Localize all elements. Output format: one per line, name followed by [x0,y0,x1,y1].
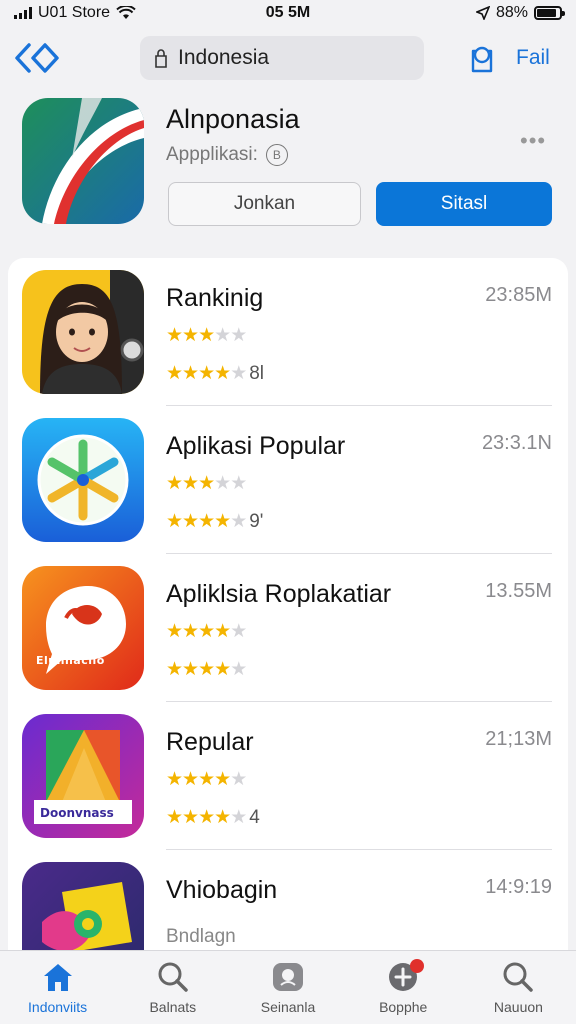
search-icon [500,959,536,995]
rating-count: 9' [249,510,264,532]
chat-bubble-icon [22,566,144,690]
tab-updates[interactable]: Bopphe [346,951,461,1024]
tab-apps[interactable]: Seinanla [230,951,345,1024]
tab-bar: Indonviits Balnats Seinanla Bopphe Nauuo… [0,950,576,1024]
location-icon [475,6,490,20]
star-rating-secondary: ★★★★★ 9' [166,510,263,533]
info-badge: B [265,144,288,166]
list-item[interactable]: Vhiobagin 14:9:19 Bndlagn [8,850,568,958]
featured-app-icon[interactable] [22,98,144,224]
app-subtitle: Bndlagn [166,926,236,947]
fail-link[interactable]: Fail [516,46,550,70]
secondary-button[interactable]: Jonkan [168,182,361,226]
abstract-shapes-icon [22,862,144,958]
tab-label: Nauuon [493,999,543,1015]
app-icon: Doonvnass [22,714,144,838]
star-rating: ★★★★★ [166,511,247,532]
featured-app-category: Appplikasi: [166,144,258,165]
rating-count: 8l [249,362,265,384]
star-rating-secondary: ★★★★★ [166,658,249,681]
star-rating: ★★★★★ [166,807,247,828]
apps-icon [270,959,306,995]
tab-home[interactable]: Indonviits [0,951,115,1024]
navigation-bar: Indonesia Fail [0,30,576,86]
app-size: 23:85M [485,284,552,306]
battery-icon [534,6,565,20]
share-icon [471,46,493,73]
status-bar: U01 Store 05 5M 88% [0,0,576,26]
back-chevron-icon [15,43,59,73]
app-name: Aplikasi Popular [166,432,346,460]
app-size: 14:9:19 [485,876,552,898]
app-name: Rankinig [166,284,264,312]
app-icon: Elunnaciio [22,566,144,690]
search-field[interactable]: Indonesia [140,36,424,80]
star-rating: ★★★★★ [166,473,247,494]
app-icon [22,418,144,542]
search-icon [155,959,191,995]
list-item[interactable]: Aplikasi Popular 23:3.1N ★★★★★ ★★★★★ 9' [8,406,568,554]
app-icon [22,862,144,958]
featured-app-artwork [22,98,144,224]
search-text: Indonesia [178,46,270,69]
star-rating-secondary: ★★★★★ 8l [166,362,264,385]
app-name: Repular [166,728,254,756]
signal-icon [14,7,32,19]
rating-count: 4 [249,806,260,828]
tab-label: Seinanla [260,999,316,1015]
carrier-name: U01 Store [38,4,111,21]
star-rating: ★★★★★ [166,363,247,384]
featured-app-title: Alnponasia [166,104,300,134]
app-icon-label: Elunnaciio [36,654,105,667]
lock-icon [155,49,167,68]
star-rating: ★★★★★ [166,621,247,642]
app-size: 13.55M [485,580,552,602]
tab-label: Indonviits [28,999,88,1015]
tab-search[interactable]: Balnats [115,951,230,1024]
app-list: Rankinig 23:85M ★★★★★ ★★★★★ 8l Aplikasi … [8,258,568,958]
tab-label: Bopphe [379,999,428,1015]
notification-badge [409,959,424,973]
share-button[interactable] [466,42,498,74]
app-size: 21;13M [485,728,552,750]
tab-more[interactable]: Nauuon [461,951,576,1024]
app-icon-label: Doonvnass [40,806,114,820]
tab-label: Balnats [149,999,197,1015]
more-options-icon[interactable]: ••• [520,128,546,154]
featured-app-subtitle: Appplikasi: B [166,144,288,166]
star-rating: ★★★★★ [166,769,247,790]
star-rating: ★★★★★ [166,659,247,680]
list-item[interactable]: Elunnaciio Apliklsia Roplakatiar 13.55M … [8,554,568,702]
list-item[interactable]: Doonvnass Repular 21;13M ★★★★★ ★★★★★ 4 [8,702,568,850]
battery-percent: 88% [495,4,528,21]
avatar-illustration-icon [22,270,144,394]
list-item[interactable]: Rankinig 23:85M ★★★★★ ★★★★★ 8l [8,258,568,406]
star-rating-secondary: ★★★★★ 4 [166,806,260,829]
back-button[interactable] [12,40,62,76]
app-icon [22,270,144,394]
app-name: Vhiobagin [166,876,278,904]
pinwheel-icon [22,418,144,542]
install-button[interactable]: Sitasl [376,182,552,226]
wifi-icon [116,6,136,19]
star-rating: ★★★★★ [166,325,247,346]
home-icon [40,959,76,995]
app-name: Apliklsia Roplakatiar [166,580,392,608]
app-size: 23:3.1N [481,432,552,454]
